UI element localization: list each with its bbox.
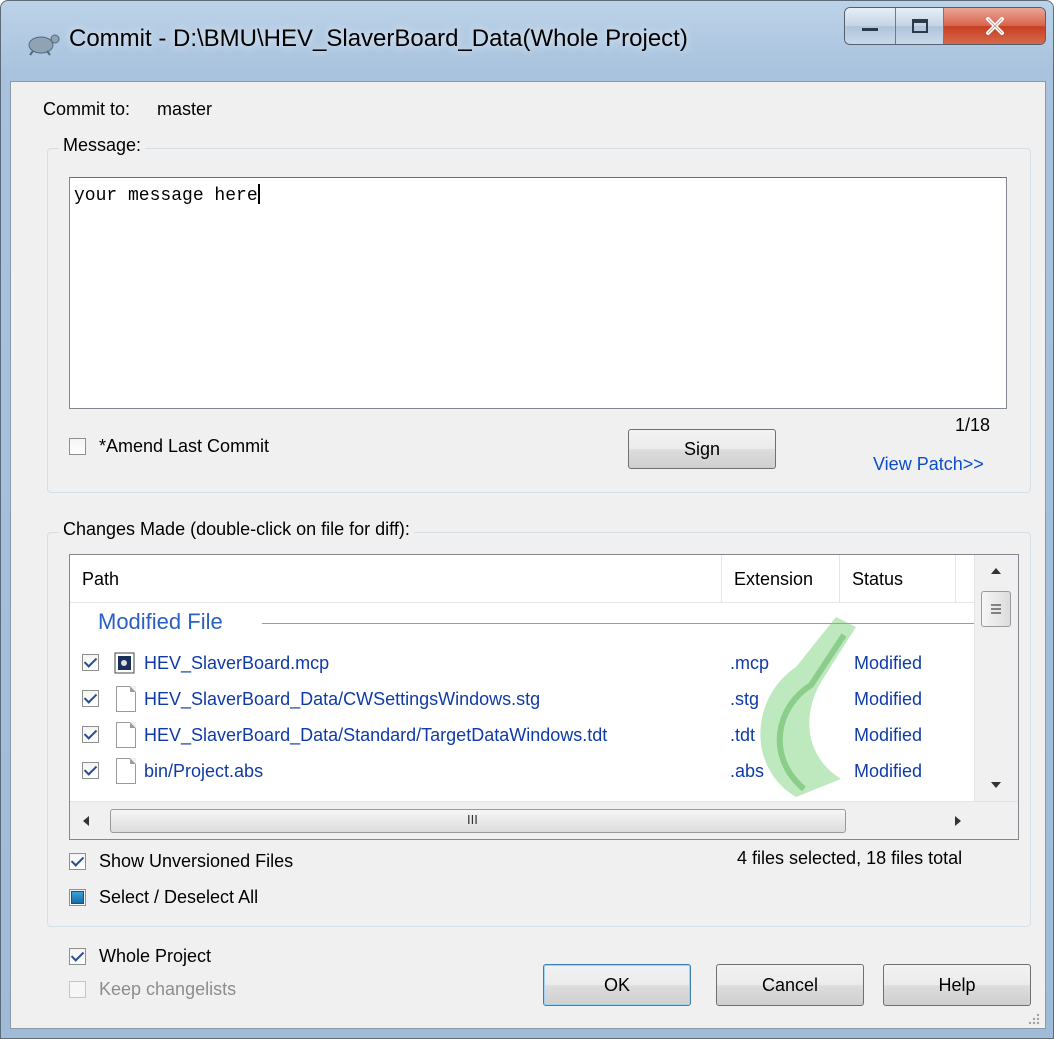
row-checkbox[interactable]	[82, 654, 99, 671]
horizontal-scroll-thumb[interactable]: III	[110, 809, 846, 833]
dialog-body: Commit to: master Message: your message …	[10, 81, 1046, 1029]
row-checkbox[interactable]	[82, 726, 99, 743]
file-row[interactable]: HEV_SlaverBoard.mcp .mcp Modified	[70, 645, 974, 681]
help-button[interactable]: Help	[883, 964, 1031, 1006]
message-counter: 1/18	[955, 415, 991, 435]
close-button[interactable]	[944, 8, 1045, 44]
grip-icon	[991, 604, 1001, 614]
whole-project-label[interactable]: Whole Project	[99, 946, 211, 967]
file-row[interactable]: bin/Project.abs .abs Modified	[70, 753, 974, 789]
select-all-label[interactable]: Select / Deselect All	[99, 887, 258, 908]
scroll-down-icon[interactable]	[990, 781, 1002, 789]
file-row[interactable]: HEV_SlaverBoard_Data/Standard/TargetData…	[70, 717, 974, 753]
minimize-icon	[862, 28, 879, 31]
file-extension: .stg	[730, 689, 760, 709]
file-icon	[116, 722, 136, 748]
list-header: Path Extension Status	[70, 555, 974, 603]
file-row[interactable]: HEV_SlaverBoard_Data/CWSettingsWindows.s…	[70, 681, 974, 717]
resize-grip-icon[interactable]	[1027, 1012, 1041, 1026]
amend-label[interactable]: *Amend Last Commit	[99, 436, 269, 457]
tortoise-app-icon	[28, 34, 60, 56]
file-status: Modified	[854, 761, 923, 781]
commit-dialog-window: Commit - D:\BMU\HEV_SlaverBoard_Data(Who…	[0, 0, 1054, 1039]
message-text: your message here	[74, 186, 258, 206]
file-path: HEV_SlaverBoard.mcp	[144, 653, 330, 673]
changes-list[interactable]: Path Extension Status Modified File HEV_…	[69, 554, 1019, 840]
window-title: Commit - D:\BMU\HEV_SlaverBoard_Data(Who…	[69, 25, 688, 52]
window-controls	[844, 7, 1046, 45]
column-header-extension[interactable]: Extension	[722, 555, 840, 603]
show-unversioned-checkbox[interactable]	[69, 853, 86, 870]
cancel-button[interactable]: Cancel	[716, 964, 864, 1006]
file-path: HEV_SlaverBoard_Data/CWSettingsWindows.s…	[144, 689, 541, 709]
section-header-label: Modified File	[98, 609, 223, 634]
vertical-scroll-thumb[interactable]	[981, 591, 1011, 627]
view-patch-link[interactable]: View Patch>>	[873, 454, 984, 475]
text-caret	[257, 184, 260, 204]
ok-button[interactable]: OK	[543, 964, 691, 1006]
file-icon	[116, 758, 136, 784]
file-icon	[116, 686, 136, 712]
title-bar[interactable]: Commit - D:\BMU\HEV_SlaverBoard_Data(Who…	[1, 1, 1053, 81]
scroll-up-icon[interactable]	[990, 567, 1002, 575]
select-all-checkbox[interactable]	[69, 889, 86, 906]
file-extension: .abs	[730, 761, 765, 781]
close-icon	[985, 17, 1004, 35]
selection-summary: 4 files selected, 18 files total	[737, 848, 963, 868]
file-extension: .mcp	[730, 653, 770, 673]
file-path: HEV_SlaverBoard_Data/Standard/TargetData…	[144, 725, 608, 745]
amend-checkbox[interactable]	[69, 438, 86, 455]
message-textarea[interactable]: your message here	[69, 177, 1007, 409]
vertical-scrollbar[interactable]	[974, 555, 1018, 801]
scroll-right-icon[interactable]	[954, 815, 962, 827]
file-status: Modified	[854, 725, 923, 745]
commit-to-branch: master	[157, 99, 213, 119]
keep-changelists-checkbox[interactable]	[69, 981, 86, 998]
column-header-path[interactable]: Path	[70, 555, 722, 603]
maximize-button[interactable]	[896, 8, 945, 44]
changes-group-label: Changes Made (double-click on file for d…	[59, 519, 414, 540]
scroll-grip-label: III	[467, 812, 478, 827]
file-status: Modified	[854, 653, 923, 673]
sign-button[interactable]: Sign	[628, 429, 776, 469]
row-checkbox[interactable]	[82, 762, 99, 779]
minimize-button[interactable]	[845, 8, 897, 44]
project-file-icon	[114, 652, 135, 674]
message-group-label: Message:	[59, 135, 146, 156]
scroll-left-icon[interactable]	[82, 815, 90, 827]
file-path: bin/Project.abs	[144, 761, 264, 781]
commit-to-label: Commit to:	[43, 99, 131, 119]
horizontal-scrollbar[interactable]: III	[70, 801, 1018, 839]
whole-project-checkbox[interactable]	[69, 948, 86, 965]
file-status: Modified	[854, 689, 923, 709]
keep-changelists-label[interactable]: Keep changelists	[99, 979, 236, 1000]
show-unversioned-label[interactable]: Show Unversioned Files	[99, 851, 293, 872]
file-extension: .tdt	[730, 725, 756, 745]
row-checkbox[interactable]	[82, 690, 99, 707]
maximize-icon	[911, 19, 928, 33]
column-header-status[interactable]: Status	[840, 555, 956, 603]
